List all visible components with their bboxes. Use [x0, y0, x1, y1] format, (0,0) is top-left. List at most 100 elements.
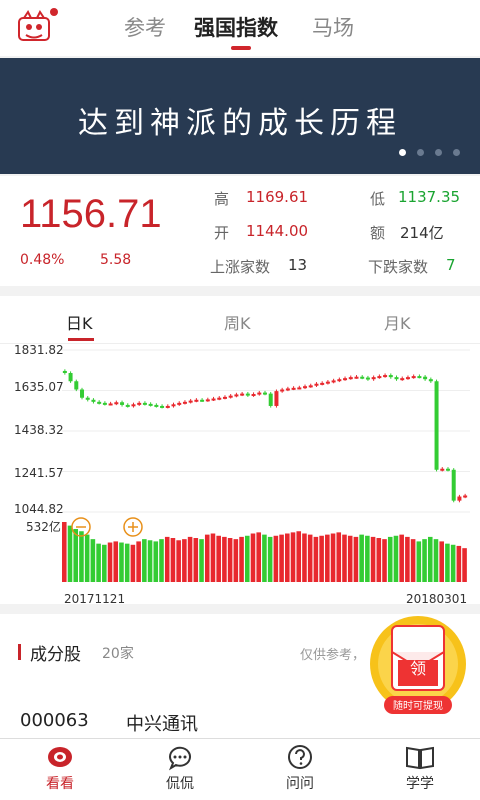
- volume-bar: [136, 541, 141, 582]
- section-title: 成分股: [30, 645, 81, 665]
- candle-body: [268, 393, 273, 406]
- candle-body: [337, 379, 342, 382]
- candle-body: [85, 397, 90, 400]
- volume-bar: [370, 536, 376, 582]
- candle-body: [62, 370, 67, 374]
- volume-bar: [359, 534, 364, 582]
- promo-banner[interactable]: 达到神派的成长历程: [0, 58, 480, 174]
- stock-code[interactable]: 000063: [20, 710, 89, 731]
- tab-racecourse[interactable]: 马场: [312, 12, 354, 42]
- candle-body: [137, 402, 142, 405]
- volume-bar: [262, 534, 267, 582]
- volume-bar: [204, 534, 210, 582]
- candle-body: [394, 377, 399, 380]
- volume-bar: [393, 535, 399, 582]
- candle-body: [457, 496, 462, 501]
- volume-bar: [267, 536, 273, 582]
- nav-chat[interactable]: 侃侃: [120, 743, 240, 793]
- volume-bar: [153, 541, 159, 582]
- amount-label: 额: [370, 224, 386, 242]
- nav-look[interactable]: 看看: [0, 743, 120, 793]
- volume-bar: [290, 532, 296, 582]
- volume-bar: [182, 539, 187, 582]
- candle-body: [200, 399, 205, 402]
- volume-bar: [222, 536, 227, 582]
- volume-bar: [422, 539, 427, 582]
- nav-learn[interactable]: 学学: [360, 743, 480, 793]
- volume-bar: [84, 534, 90, 582]
- candle-body: [165, 405, 170, 408]
- candle-body: [365, 377, 370, 380]
- candle-body: [148, 403, 153, 406]
- candle-body: [285, 388, 290, 391]
- candle-body: [182, 401, 187, 404]
- volume-bar: [433, 539, 439, 582]
- volume-bar: [405, 536, 410, 582]
- candle-body: [80, 389, 85, 398]
- candle-body: [91, 399, 96, 402]
- advancers-label: 上涨家数: [210, 258, 271, 276]
- volume-bar: [79, 531, 84, 582]
- section-count: 20家: [102, 646, 134, 662]
- candle-body: [331, 380, 336, 383]
- y-tick-label: 1438.32: [14, 423, 64, 437]
- candle-body: [280, 389, 285, 392]
- high-label: 高: [214, 190, 230, 208]
- candle-body: [411, 376, 416, 379]
- bottom-navigation: 看看 侃侃 问问 学学: [0, 738, 480, 800]
- candle-body: [314, 383, 319, 386]
- candle-body: [377, 376, 382, 379]
- volume-bar: [273, 535, 279, 582]
- candle-body: [194, 399, 199, 402]
- candle-body: [131, 404, 136, 407]
- stock-name[interactable]: 中兴通讯: [126, 710, 198, 736]
- volume-bar: [239, 536, 244, 582]
- candle-body: [222, 396, 227, 399]
- candle-body: [74, 381, 79, 390]
- candle-body: [388, 375, 393, 378]
- candle-body: [257, 392, 262, 395]
- volume-bar: [119, 542, 124, 582]
- volume-bar: [216, 535, 221, 582]
- volume-bar: [227, 538, 233, 582]
- candle-body: [211, 398, 216, 401]
- pager-dot: [434, 149, 442, 156]
- candle-body: [445, 468, 450, 471]
- candle-body: [434, 381, 439, 470]
- volume-bar: [325, 534, 330, 582]
- red-packet-promo[interactable]: 领 随时可提现: [362, 612, 474, 722]
- candle-body: [463, 495, 468, 498]
- volume-bar: [256, 532, 261, 582]
- chat-icon: [168, 746, 191, 771]
- candle-body: [120, 402, 125, 405]
- kline-chart[interactable]: [0, 296, 480, 604]
- tab-index[interactable]: 强国指数: [194, 12, 278, 42]
- candle-body: [142, 402, 147, 405]
- avatar-logo-icon[interactable]: [16, 10, 52, 46]
- volume-bar: [193, 538, 199, 582]
- volume-bar: [427, 536, 433, 582]
- candle-body: [405, 377, 410, 380]
- tab-reference[interactable]: 参考: [124, 12, 166, 42]
- candle-body: [451, 469, 456, 501]
- advancers-value: 13: [288, 256, 308, 274]
- volume-bar: [210, 533, 216, 582]
- end-date-label: 20180301: [406, 592, 468, 606]
- decliners-value: 7: [446, 256, 456, 274]
- candle-body: [154, 404, 159, 407]
- candle-body: [297, 387, 302, 390]
- candle-body: [360, 376, 365, 379]
- active-tab-indicator: [231, 46, 251, 50]
- promo-main-text: 领: [410, 659, 426, 678]
- candle-body: [68, 373, 73, 382]
- volume-bar: [439, 541, 444, 582]
- candle-body: [417, 376, 422, 379]
- volume-bar: [296, 531, 302, 582]
- volume-bar: [365, 535, 370, 582]
- volume-bar: [336, 532, 342, 582]
- nav-ask[interactable]: 问问: [240, 743, 360, 793]
- volume-bar: [313, 536, 319, 582]
- candle-body: [228, 395, 233, 398]
- pager-dot: [416, 149, 424, 156]
- nav-label: 看看: [46, 776, 74, 792]
